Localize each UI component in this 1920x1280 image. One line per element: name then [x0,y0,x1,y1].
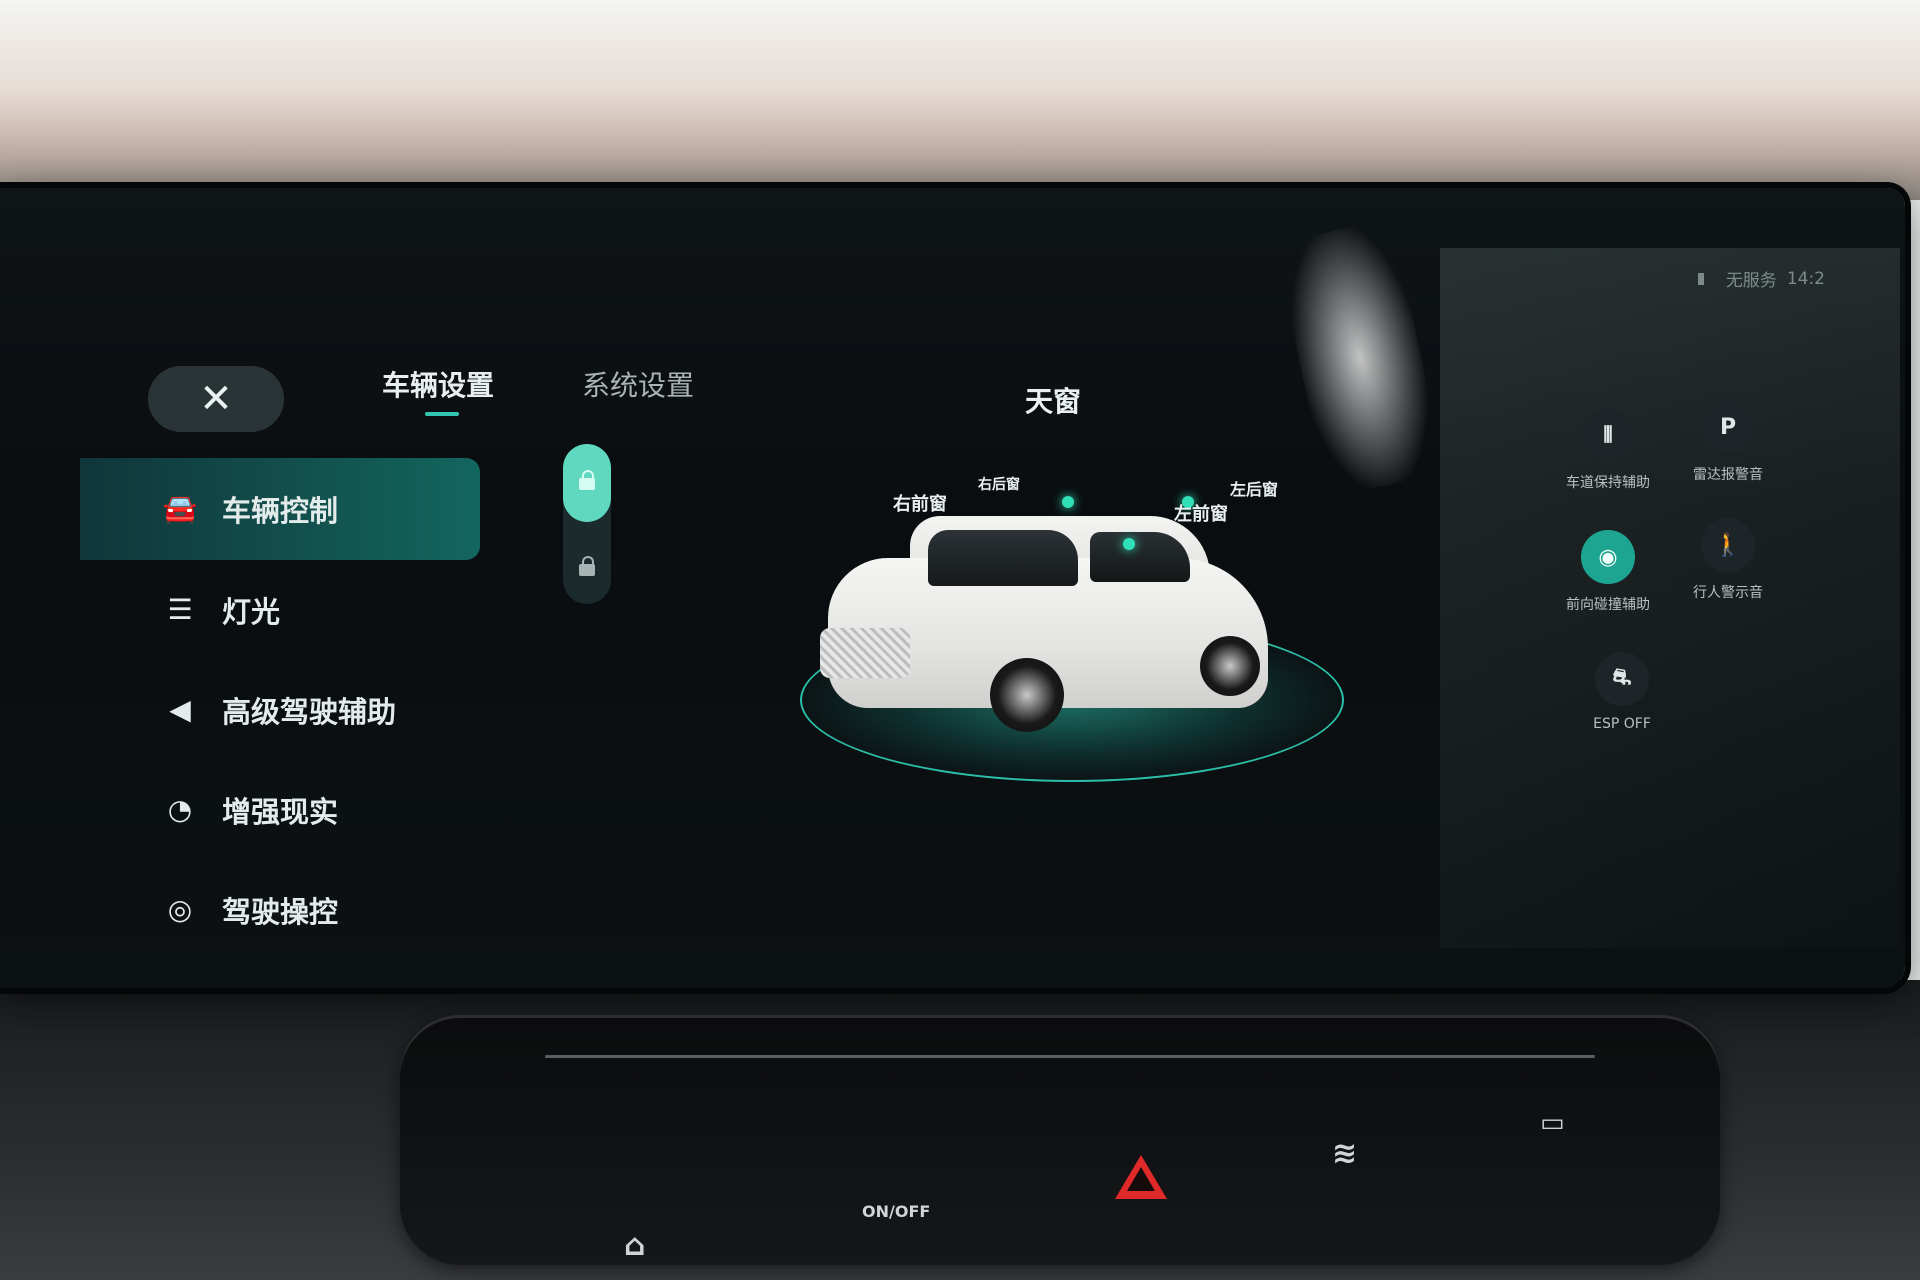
window-label-right-front[interactable]: 右前窗 [893,490,947,516]
clock: 14:2 [1786,268,1825,289]
volume-icon [1697,272,1716,285]
sidebar-item-label: 高级驾驶辅助 [222,695,397,729]
car-windshield [928,530,1078,586]
car-icon: 🚘 [162,492,198,525]
hazard-icon[interactable] [1115,1155,1167,1199]
lane-keep-icon: ⫴ [1581,408,1635,462]
quick-label: ESP OFF [1593,716,1651,732]
quick-label: 车道保持辅助 [1566,475,1650,491]
windshield-backdrop [0,0,1920,200]
sunroof-dot[interactable] [1062,496,1074,508]
rear-defrost-icon[interactable]: ▭ [1540,1108,1565,1138]
sidebar: 🚘 车辆控制 ☰ 灯光 ◀ 高级驾驶辅助 ◔ 增强现实 ◎ 驾驶操控 [80,458,480,960]
quick-forward-collision[interactable]: ◉ 前向碰撞辅助 [1548,530,1668,614]
car-front-wheel [990,658,1064,732]
sidebar-item-label: 增强现实 [222,795,339,829]
car-rear-wheel [1200,636,1260,696]
scene: 无服务 14:2 ✕ 车辆设置 系统设置 🚘 车辆控制 ☰ 灯光 ◀ 高级驾驶辅… [0,0,1920,1280]
status-bar: 无服务 14:2 [1697,266,1825,291]
network-status: 无服务 [1725,271,1777,291]
quick-label: 前向碰撞辅助 [1566,597,1650,613]
hardware-button-bar [400,1015,1720,1265]
headlight-icon: ☰ [167,593,193,626]
sidebar-item-driving-control[interactable]: ◎ 驾驶操控 [80,860,480,960]
quick-radar-alarm[interactable]: P 雷达报警音 [1668,400,1788,484]
home-icon[interactable]: ⌂ [624,1228,645,1263]
unlock-icon [579,470,595,490]
power-onoff-icon[interactable]: ON/OFF [862,1202,930,1221]
sidebar-item-label: 车辆控制 [222,494,339,528]
car-side-window [1090,532,1190,582]
left-front-window-dot[interactable] [1123,538,1135,550]
lock-icon [579,556,595,576]
pedestrian-alert-icon: 🚶 [1701,518,1755,572]
sidebar-item-label: 驾驶操控 [222,895,339,929]
car-3d-view [800,488,1360,788]
close-icon: ✕ [199,376,233,422]
quick-lane-keep[interactable]: ⫴ 车道保持辅助 [1548,408,1668,492]
window-label-left-front[interactable]: 左前窗 [1174,500,1228,526]
ar-icon: ◔ [167,793,193,826]
sidebar-item-augmented-reality[interactable]: ◔ 增强现实 [80,760,480,860]
driver-assist-icon: ◀ [169,693,191,726]
front-defrost-icon[interactable]: ≋ [1332,1136,1357,1171]
sidebar-item-lights[interactable]: ☰ 灯光 [80,560,480,660]
close-button[interactable]: ✕ [148,366,284,432]
hardware-bar-trim [545,1055,1595,1058]
sidebar-item-driver-assist[interactable]: ◀ 高级驾驶辅助 [80,660,480,760]
quick-label: 行人警示音 [1693,585,1763,601]
quick-esp-off[interactable]: ⛐ ESP OFF [1562,652,1682,732]
window-label-left-rear[interactable]: 左后窗 [1230,476,1278,500]
active-tab-indicator [425,412,459,416]
steering-wheel-icon: ◎ [167,893,193,926]
radar-alarm-icon: P [1701,400,1755,454]
door-lock-toggle[interactable] [563,444,611,604]
window-label-right-rear[interactable]: 右后窗 [978,474,1020,494]
quick-pedestrian-alert[interactable]: 🚶 行人警示音 [1668,518,1788,602]
glass-glare [1274,218,1446,498]
forward-collision-icon: ◉ [1581,530,1635,584]
car-grille [820,628,910,678]
tab-system-settings[interactable]: 系统设置 [582,364,694,404]
tab-vehicle-settings[interactable]: 车辆设置 [382,364,494,404]
sidebar-item-vehicle-control[interactable]: 🚘 车辆控制 [80,458,480,560]
sidebar-item-label: 灯光 [222,595,281,629]
esp-off-icon: ⛐ [1595,652,1649,706]
infotainment-screen: 无服务 14:2 ✕ 车辆设置 系统设置 🚘 车辆控制 ☰ 灯光 ◀ 高级驾驶辅… [0,188,1905,988]
quick-label: 雷达报警音 [1693,467,1763,483]
sunroof-label[interactable]: 天窗 [1025,380,1081,420]
